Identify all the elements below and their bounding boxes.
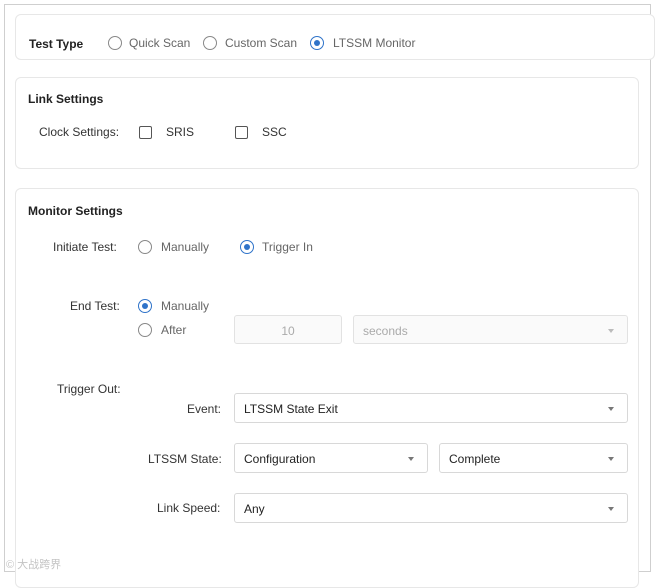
- link-speed-value: Any: [244, 502, 265, 516]
- watermark: © 大战跨界: [6, 559, 62, 571]
- chevron-down-icon: [608, 457, 614, 461]
- initiate-manually-radio[interactable]: [138, 240, 152, 254]
- quick-scan-label[interactable]: Quick Scan: [129, 36, 190, 50]
- chevron-down-icon: [608, 407, 614, 411]
- event-value: LTSSM State Exit: [244, 402, 338, 416]
- after-duration-value: 10: [281, 324, 295, 338]
- initiate-manually-label[interactable]: Manually: [161, 240, 209, 254]
- initiate-test-label: Initiate Test:: [53, 240, 117, 254]
- ltssm-monitor-radio[interactable]: [310, 36, 324, 50]
- after-duration-input[interactable]: 10: [234, 315, 342, 344]
- end-after-radio[interactable]: [138, 323, 152, 337]
- ltssm-substate-select[interactable]: Complete: [439, 443, 628, 473]
- custom-scan-radio[interactable]: [203, 36, 217, 50]
- ssc-checkbox[interactable]: [235, 126, 248, 139]
- chevron-down-icon: [608, 507, 614, 511]
- link-speed-label: Link Speed:: [157, 501, 221, 515]
- ltssm-state-value: Configuration: [244, 452, 316, 466]
- end-manually-label[interactable]: Manually: [161, 299, 209, 313]
- ssc-label[interactable]: SSC: [262, 125, 287, 139]
- ltssm-substate-value: Complete: [449, 452, 501, 466]
- monitor-settings-card: Monitor Settings Initiate Test: Manually…: [15, 188, 639, 588]
- link-speed-select[interactable]: Any: [234, 493, 628, 523]
- chevron-down-icon: [608, 329, 614, 333]
- link-settings-card: Link Settings Clock Settings: SRIS SSC: [15, 77, 639, 169]
- clock-settings-label: Clock Settings:: [39, 125, 120, 139]
- end-after-label[interactable]: After: [161, 323, 186, 337]
- initiate-trigger-in-label[interactable]: Trigger In: [262, 240, 313, 254]
- duration-unit-select[interactable]: seconds: [353, 315, 628, 344]
- end-manually-radio[interactable]: [138, 299, 152, 313]
- sris-checkbox[interactable]: [139, 126, 152, 139]
- ltssm-state-select[interactable]: Configuration: [234, 443, 428, 473]
- ltssm-monitor-label[interactable]: LTSSM Monitor: [333, 36, 415, 50]
- quick-scan-radio[interactable]: [108, 36, 122, 50]
- custom-scan-label[interactable]: Custom Scan: [225, 36, 297, 50]
- ltssm-state-label: LTSSM State:: [148, 452, 222, 466]
- event-label: Event:: [187, 402, 222, 416]
- link-settings-title: Link Settings: [28, 92, 104, 106]
- sris-label[interactable]: SRIS: [166, 125, 194, 139]
- chevron-down-icon: [408, 457, 414, 461]
- trigger-out-label: Trigger Out:: [57, 382, 121, 396]
- settings-panel: Test Type Quick Scan Custom Scan LTSSM M…: [4, 4, 655, 588]
- monitor-settings-title: Monitor Settings: [28, 204, 123, 218]
- event-select[interactable]: LTSSM State Exit: [234, 393, 628, 423]
- duration-unit-value: seconds: [363, 324, 408, 338]
- initiate-trigger-in-radio[interactable]: [240, 240, 254, 254]
- test-type-card: Test Type Quick Scan Custom Scan LTSSM M…: [15, 14, 655, 60]
- test-type-label: Test Type: [29, 37, 84, 51]
- end-test-label: End Test:: [70, 299, 120, 313]
